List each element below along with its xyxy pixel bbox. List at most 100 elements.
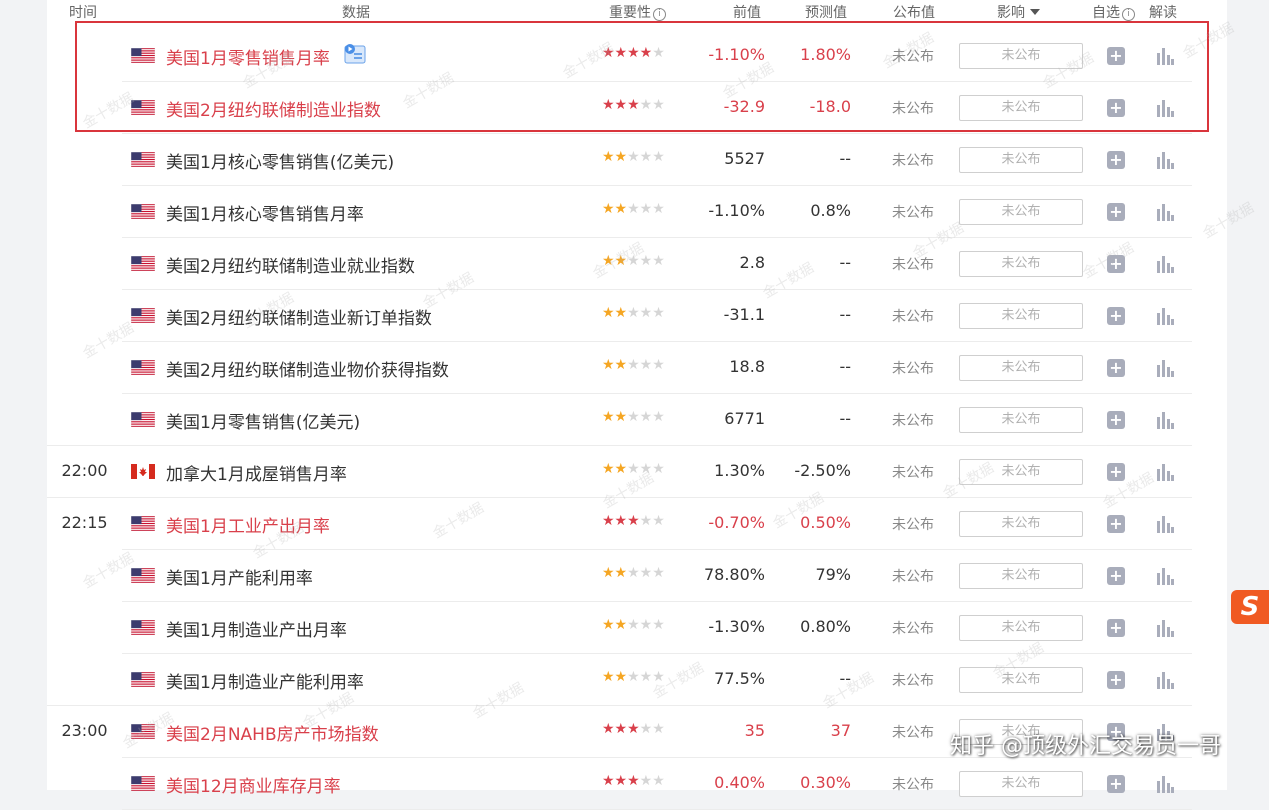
add-watchlist-button[interactable]: + [1107, 47, 1125, 65]
add-watchlist-button[interactable]: + [1107, 255, 1125, 273]
forecast-value: 37 [830, 721, 851, 740]
event-name[interactable]: 美国1月核心零售销售(亿美元) [166, 148, 394, 173]
impact-field: 未公布 [959, 303, 1083, 329]
event-name[interactable]: 美国1月产能利用率 [166, 564, 313, 589]
previous-value: 2.8 [739, 253, 765, 272]
add-watchlist-button[interactable]: + [1107, 411, 1125, 429]
forecast-value: -18.0 [809, 97, 851, 116]
actual-value: 未公布 [892, 205, 934, 221]
impact-field: 未公布 [959, 563, 1083, 589]
add-watchlist-button[interactable]: + [1107, 463, 1125, 481]
impact-field: 未公布 [959, 771, 1083, 797]
event-name[interactable]: 美国1月工业产出月率 [166, 512, 330, 537]
importance-stars: ★★★★★ [602, 45, 665, 61]
event-name[interactable]: 美国2月纽约联储制造业物价获得指数 [166, 356, 449, 381]
help-icon[interactable]: i [1122, 8, 1135, 21]
event-name[interactable]: 美国12月商业库存月率 [166, 772, 341, 797]
us-flag-icon [131, 516, 155, 531]
actual-value: 未公布 [892, 413, 934, 429]
previous-value: 18.8 [729, 357, 765, 376]
forecast-value: 0.8% [810, 201, 851, 220]
importance-stars: ★★★★★ [602, 669, 665, 685]
bar-chart-icon[interactable] [1156, 463, 1174, 481]
add-watchlist-button[interactable]: + [1107, 307, 1125, 325]
actual-value: 未公布 [892, 101, 934, 117]
add-watchlist-button[interactable]: + [1107, 359, 1125, 377]
table-row[interactable]: 美国1月制造业产出月率 ★★★★★ -1.30% 0.80% 未公布 未公布 + [47, 602, 1227, 654]
impact-field: 未公布 [959, 199, 1083, 225]
table-row[interactable]: 美国1月零售销售月率 ★★★★★ -1.10% 1.80% 未公布 未公布 + [47, 30, 1227, 82]
add-watchlist-button[interactable]: + [1107, 151, 1125, 169]
bar-chart-icon[interactable] [1156, 567, 1174, 585]
event-name[interactable]: 加拿大1月成屋销售月率 [166, 460, 347, 485]
header-interpret: 解读 [1149, 5, 1177, 21]
bar-chart-icon[interactable] [1156, 47, 1174, 65]
header-impact-sort[interactable]: 影响 [997, 2, 1040, 22]
table-row[interactable]: 美国1月制造业产能利用率 ★★★★★ 77.5% -- 未公布 未公布 + [47, 654, 1227, 706]
impact-field: 未公布 [959, 95, 1083, 121]
bar-chart-icon[interactable] [1156, 359, 1174, 377]
event-name[interactable]: 美国1月制造业产出月率 [166, 616, 347, 641]
us-flag-icon [131, 568, 155, 583]
table-row[interactable]: 22:15 美国1月工业产出月率 ★★★★★ -0.70% 0.50% 未公布 … [47, 498, 1227, 550]
event-time: 22:15 [61, 513, 108, 532]
bar-chart-icon[interactable] [1156, 515, 1174, 533]
table-row[interactable]: 美国1月产能利用率 ★★★★★ 78.80% 79% 未公布 未公布 + [47, 550, 1227, 602]
table-row[interactable]: 22:00 加拿大1月成屋销售月率 ★★★★★ 1.30% -2.50% 未公布… [47, 446, 1227, 498]
us-flag-icon [131, 672, 155, 687]
forecast-value: 1.80% [800, 45, 851, 64]
add-watchlist-button[interactable]: + [1107, 203, 1125, 221]
add-watchlist-button[interactable]: + [1107, 671, 1125, 689]
previous-value: -1.10% [708, 45, 765, 64]
add-watchlist-button[interactable]: + [1107, 99, 1125, 117]
table-row[interactable]: 美国12月商业库存月率 ★★★★★ 0.40% 0.30% 未公布 未公布 + [47, 758, 1227, 810]
event-name[interactable]: 美国2月NAHB房产市场指数 [166, 720, 379, 745]
us-flag-icon [131, 724, 155, 739]
event-name[interactable]: 美国1月零售销售月率 [166, 44, 330, 69]
bar-chart-icon[interactable] [1156, 619, 1174, 637]
event-time: 22:00 [61, 461, 108, 480]
add-watchlist-button[interactable]: + [1107, 619, 1125, 637]
table-row[interactable]: 美国1月零售销售(亿美元) ★★★★★ 6771 -- 未公布 未公布 + [47, 394, 1227, 446]
add-watchlist-button[interactable]: + [1107, 515, 1125, 533]
table-row[interactable]: 美国2月纽约联储制造业指数 ★★★★★ -32.9 -18.0 未公布 未公布 … [47, 82, 1227, 134]
add-watchlist-button[interactable]: + [1107, 567, 1125, 585]
bar-chart-icon[interactable] [1156, 671, 1174, 689]
bar-chart-icon[interactable] [1156, 307, 1174, 325]
sort-down-icon [1030, 9, 1040, 15]
header-time: 时间 [69, 5, 97, 21]
sogou-ime-icon[interactable]: S [1231, 590, 1269, 624]
actual-value: 未公布 [892, 465, 934, 481]
importance-stars: ★★★★★ [602, 357, 665, 373]
header-previous: 前值 [733, 5, 761, 21]
table-row[interactable]: 美国2月纽约联储制造业就业指数 ★★★★★ 2.8 -- 未公布 未公布 + [47, 238, 1227, 290]
bar-chart-icon[interactable] [1156, 255, 1174, 273]
importance-stars: ★★★★★ [602, 773, 665, 789]
event-name[interactable]: 美国1月制造业产能利用率 [166, 668, 364, 693]
table-row[interactable]: 美国2月纽约联储制造业物价获得指数 ★★★★★ 18.8 -- 未公布 未公布 … [47, 342, 1227, 394]
bar-chart-icon[interactable] [1156, 411, 1174, 429]
bar-chart-icon[interactable] [1156, 99, 1174, 117]
add-watchlist-button[interactable]: + [1107, 775, 1125, 793]
table-row[interactable]: 美国1月核心零售销售(亿美元) ★★★★★ 5527 -- 未公布 未公布 + [47, 134, 1227, 186]
actual-value: 未公布 [892, 777, 934, 793]
help-icon[interactable]: i [653, 8, 666, 21]
actual-value: 未公布 [892, 673, 934, 689]
previous-value: 1.30% [714, 461, 765, 480]
bar-chart-icon[interactable] [1156, 203, 1174, 221]
us-flag-icon [131, 100, 155, 115]
event-name[interactable]: 美国2月纽约联储制造业就业指数 [166, 252, 415, 277]
actual-value: 未公布 [892, 621, 934, 637]
table-row[interactable]: 美国2月纽约联储制造业新订单指数 ★★★★★ -31.1 -- 未公布 未公布 … [47, 290, 1227, 342]
event-name[interactable]: 美国1月零售销售(亿美元) [166, 408, 360, 433]
table-row[interactable]: 美国1月核心零售销售月率 ★★★★★ -1.10% 0.8% 未公布 未公布 + [47, 186, 1227, 238]
bar-chart-icon[interactable] [1156, 775, 1174, 793]
previous-value: 0.40% [714, 773, 765, 792]
video-play-icon[interactable] [344, 44, 366, 64]
event-name[interactable]: 美国1月核心零售销售月率 [166, 200, 364, 225]
event-name[interactable]: 美国2月纽约联储制造业指数 [166, 96, 381, 121]
impact-field: 未公布 [959, 43, 1083, 69]
event-name[interactable]: 美国2月纽约联储制造业新订单指数 [166, 304, 432, 329]
previous-value: -1.10% [708, 201, 765, 220]
bar-chart-icon[interactable] [1156, 151, 1174, 169]
